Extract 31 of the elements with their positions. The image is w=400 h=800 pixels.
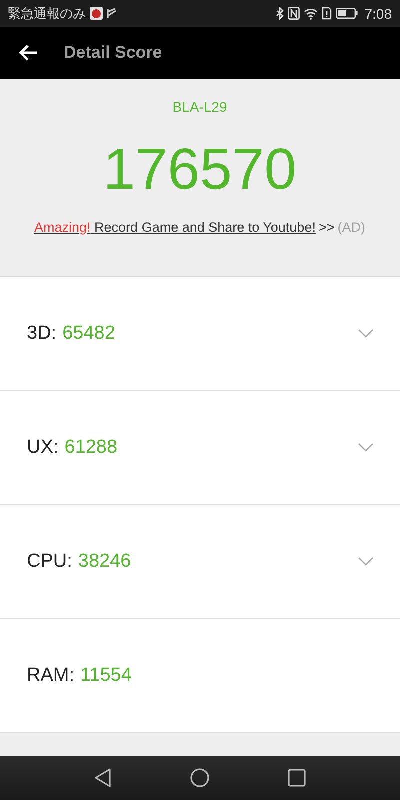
- score-row[interactable]: CPU: 38246: [0, 505, 400, 619]
- score-row[interactable]: RAM: 11554: [0, 619, 400, 733]
- app-notification-icon: [90, 7, 103, 20]
- sim-icon: [322, 7, 332, 20]
- home-icon[interactable]: [190, 768, 210, 788]
- recents-icon[interactable]: [288, 769, 306, 787]
- back-arrow-icon[interactable]: [18, 44, 38, 62]
- total-score: 176570: [103, 136, 297, 204]
- nfc-icon: [288, 7, 300, 20]
- promo-link[interactable]: Amazing! Record Game and Share to Youtube!: [34, 220, 316, 235]
- score-label: 3D:: [27, 322, 57, 344]
- battery-icon: [336, 8, 358, 19]
- check-icon: [107, 8, 117, 19]
- arrows-text: >>: [318, 220, 335, 235]
- score-row[interactable]: 3D: 65482: [0, 277, 400, 391]
- score-value: 65482: [62, 322, 116, 344]
- back-icon[interactable]: [94, 768, 112, 788]
- screen-title: Detail Score: [64, 43, 162, 63]
- bluetooth-icon: [276, 7, 284, 20]
- score-row[interactable]: UX: 61288: [0, 391, 400, 505]
- score-label: CPU:: [27, 550, 72, 572]
- score-value: 38246: [78, 550, 132, 572]
- score-label: RAM:: [27, 664, 74, 686]
- score-value: 61288: [64, 436, 118, 458]
- carrier-text: 緊急通報のみ: [8, 6, 86, 22]
- device-model: BLA-L29: [172, 99, 228, 115]
- score-label: UX:: [27, 436, 59, 458]
- clock-text: 7:08: [364, 6, 392, 22]
- score-value: 11554: [80, 664, 132, 686]
- ad-label: (AD): [338, 220, 366, 235]
- wifi-icon: [304, 8, 318, 20]
